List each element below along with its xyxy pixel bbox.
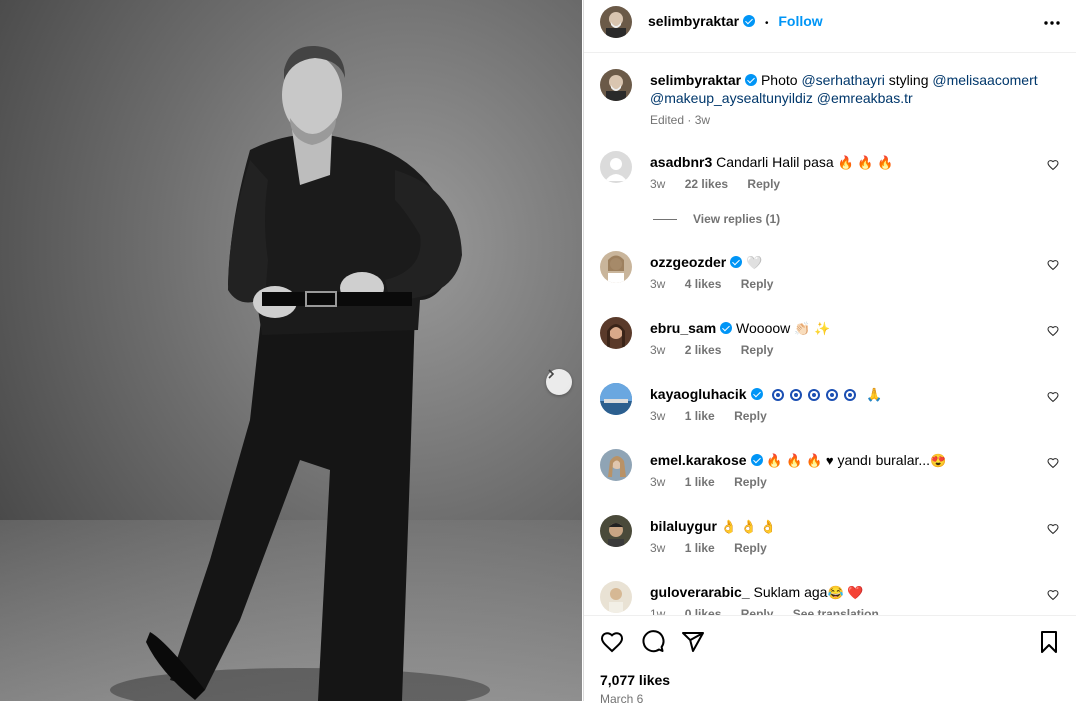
- mention-link[interactable]: @melisaacomert: [932, 72, 1037, 88]
- post-side-panel: selimbyraktar • Follow selimbyraktar Pho…: [583, 0, 1076, 706]
- commenter-avatar[interactable]: [600, 251, 632, 283]
- comment-emoji: 🙏: [866, 387, 883, 402]
- like-comment-heart-icon[interactable]: [1047, 523, 1059, 535]
- caption-username[interactable]: selimbyraktar: [650, 72, 741, 88]
- verified-badge-icon: [750, 454, 763, 466]
- post-actions: 7,077 likes March 6: [584, 615, 1076, 706]
- comment-emoji: 👏🏻 ✨: [794, 321, 831, 336]
- mention-link[interactable]: @serhathayri: [801, 72, 884, 88]
- comment-emoji: 😂 ❤️: [827, 585, 864, 600]
- comment-age: 3w: [650, 277, 666, 291]
- commenter-avatar[interactable]: [600, 515, 632, 547]
- commenter-avatar[interactable]: [600, 317, 632, 349]
- comment-emoji: 🤍: [746, 255, 763, 270]
- evil-eye-icons: [772, 386, 862, 402]
- reply-button[interactable]: Reply: [734, 409, 767, 423]
- comment-text: yandı buralar...: [837, 452, 931, 468]
- replies-line: [653, 219, 677, 221]
- reply-button[interactable]: Reply: [747, 177, 780, 191]
- reply-button[interactable]: Reply: [741, 343, 774, 357]
- share-paper-plane-icon[interactable]: [681, 630, 705, 654]
- comment-emoji: 🔥 🔥 🔥 ♥: [766, 453, 834, 468]
- comment-likes[interactable]: 2 likes: [685, 343, 722, 357]
- commenter-username[interactable]: kayaogluhacik: [650, 386, 747, 402]
- commenter-username[interactable]: bilaluygur: [650, 518, 717, 534]
- comment-emoji: 😍: [930, 453, 947, 468]
- commenter-username[interactable]: guloverarabic_: [650, 584, 750, 600]
- like-comment-heart-icon[interactable]: [1047, 159, 1059, 171]
- separator-dot: •: [764, 18, 769, 29]
- commenter-username[interactable]: emel.karakose: [650, 452, 747, 468]
- comment-likes[interactable]: 1 like: [685, 409, 715, 423]
- chevron-right-icon: [548, 369, 555, 379]
- reply-button[interactable]: Reply: [741, 277, 774, 291]
- post-header: selimbyraktar • Follow: [584, 0, 1076, 53]
- commenter-avatar[interactable]: [600, 449, 632, 481]
- post-date[interactable]: March 6: [600, 692, 643, 706]
- like-comment-heart-icon[interactable]: [1047, 457, 1059, 469]
- comment-age: 3w: [650, 475, 666, 489]
- like-comment-heart-icon[interactable]: [1047, 391, 1059, 403]
- more-options-button[interactable]: [1043, 14, 1061, 37]
- like-comment-heart-icon[interactable]: [1047, 589, 1059, 601]
- like-comment-heart-icon[interactable]: [1047, 325, 1059, 337]
- comments-list[interactable]: selimbyraktar Photo @serhathayri styling…: [584, 53, 1076, 615]
- comment-text: Suklam aga: [753, 584, 828, 600]
- mention-link[interactable]: @emreakbas.tr: [817, 90, 913, 106]
- verified-badge-icon: [750, 388, 763, 400]
- comment-bubble-icon[interactable]: [641, 630, 665, 654]
- see-translation-button[interactable]: See translation: [793, 607, 879, 615]
- commenter-avatar[interactable]: [600, 581, 632, 613]
- comment-age: 3w: [650, 409, 666, 423]
- photo-image: [0, 45, 582, 701]
- comment-age: 3w: [650, 541, 666, 555]
- comment-likes[interactable]: 1 like: [685, 475, 715, 489]
- reply-button[interactable]: Reply: [741, 607, 774, 615]
- comment-likes[interactable]: 0 likes: [685, 607, 722, 615]
- mention-link[interactable]: @makeup_aysealtunyildiz: [650, 90, 813, 106]
- reply-button[interactable]: Reply: [734, 541, 767, 555]
- next-photo-button[interactable]: [546, 369, 572, 395]
- caption-text: Photo: [760, 72, 798, 88]
- comment-likes[interactable]: 22 likes: [685, 177, 728, 191]
- verified-badge-icon: [745, 74, 758, 86]
- save-bookmark-icon[interactable]: [1037, 630, 1061, 654]
- verified-badge-icon: [743, 15, 756, 27]
- like-heart-icon[interactable]: [600, 630, 624, 654]
- verified-badge-icon: [720, 322, 733, 334]
- comment-emoji: 👌 👌 👌: [720, 519, 777, 534]
- commenter-username[interactable]: ozzgeozder: [650, 254, 726, 270]
- more-horizontal-icon: [1044, 21, 1060, 25]
- comment-text: Candarli Halil pasa: [716, 154, 834, 170]
- comment-likes[interactable]: 1 like: [685, 541, 715, 555]
- comment-emoji: 🔥 🔥 🔥: [837, 155, 894, 170]
- comment-age: 3w: [650, 343, 666, 357]
- author-avatar[interactable]: [600, 6, 632, 38]
- comment-age: 1w: [650, 607, 666, 615]
- comment-age: 3w: [650, 177, 666, 191]
- caption-edited-time: Edited · 3w: [650, 113, 711, 127]
- caption-author-avatar[interactable]: [600, 69, 632, 101]
- commenter-avatar[interactable]: [600, 383, 632, 415]
- commenter-avatar[interactable]: [600, 151, 632, 183]
- like-comment-heart-icon[interactable]: [1047, 259, 1059, 271]
- commenter-username[interactable]: asadbnr3: [650, 154, 712, 170]
- author-username[interactable]: selimbyraktar: [648, 13, 739, 29]
- comment-text: Woooow: [736, 320, 791, 336]
- post-photo[interactable]: [0, 0, 582, 701]
- follow-button[interactable]: Follow: [778, 13, 822, 29]
- caption-text: styling: [888, 72, 929, 88]
- verified-badge-icon: [730, 256, 743, 268]
- commenter-username[interactable]: ebru_sam: [650, 320, 716, 336]
- likes-count[interactable]: 7,077 likes: [600, 672, 670, 688]
- reply-button[interactable]: Reply: [734, 475, 767, 489]
- comment-likes[interactable]: 4 likes: [685, 277, 722, 291]
- view-replies-button[interactable]: View replies (1): [653, 212, 780, 226]
